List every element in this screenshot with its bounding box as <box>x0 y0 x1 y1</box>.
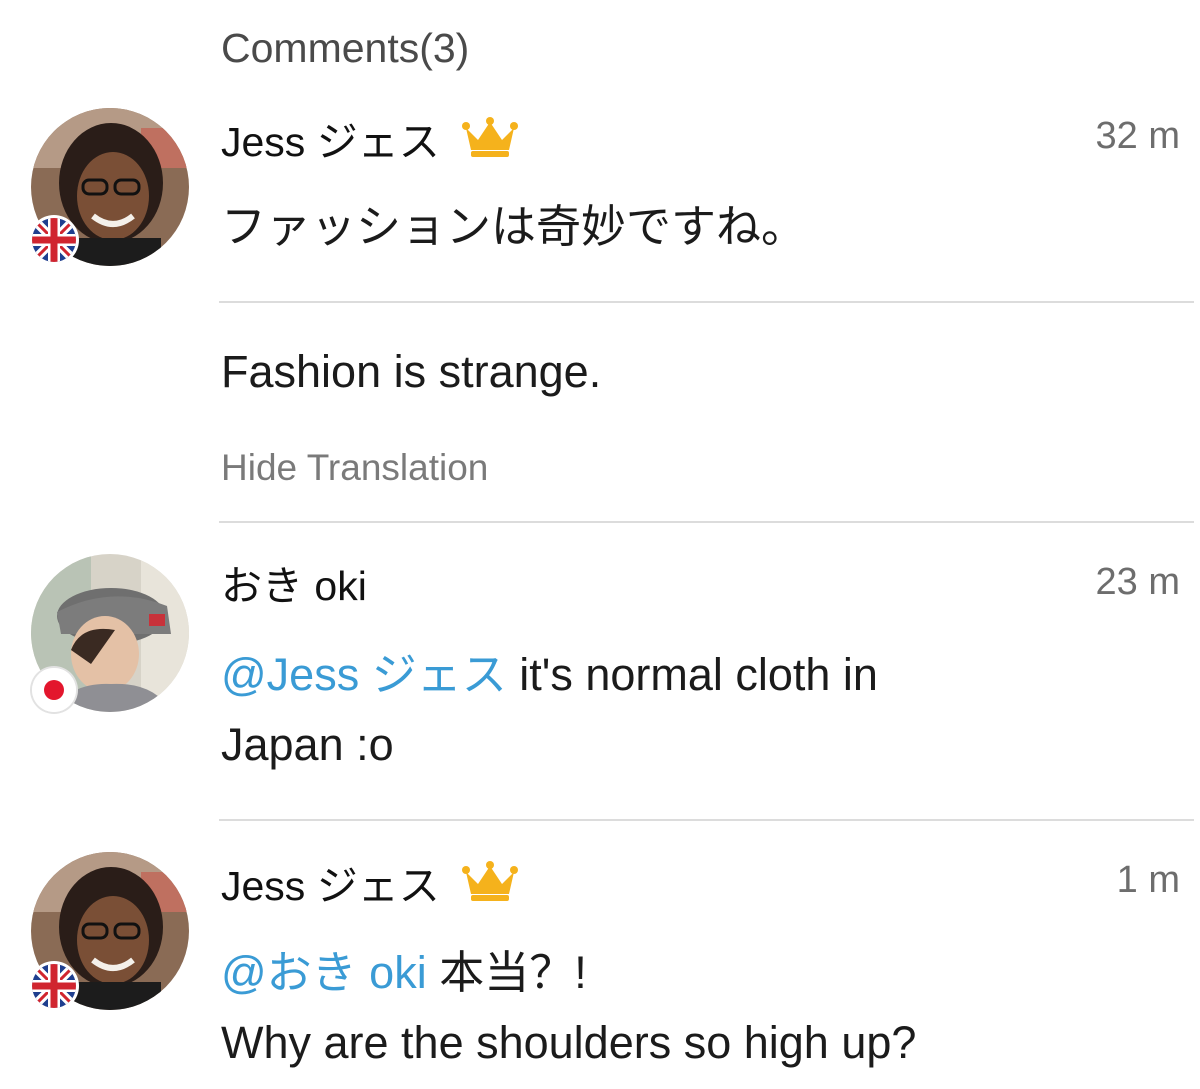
comment-text: @Jess ジェス it's normal cloth in Japan :o <box>221 640 1171 780</box>
divider <box>219 301 1194 303</box>
comment-username[interactable]: Jess ジェス <box>221 116 518 168</box>
comment-text: ファッションは奇妙ですね。 <box>221 201 807 252</box>
comments-header: Comments(3) <box>221 25 470 71</box>
translated-text: Fashion is strange. <box>221 346 602 397</box>
username-text: Jess ジェス <box>221 119 440 165</box>
uk-flag-icon <box>32 964 76 1008</box>
comment-username[interactable]: Jess ジェス <box>221 860 518 912</box>
comment-text-body: 本当？! <box>439 947 587 998</box>
comment-username[interactable]: おき oki <box>221 562 367 610</box>
username-text: Jess ジェス <box>221 863 440 909</box>
comment-timestamp: 23 m <box>1095 561 1180 603</box>
divider <box>219 819 1194 821</box>
japan-flag-icon <box>32 668 76 712</box>
crown-icon <box>461 860 518 912</box>
mention-link[interactable]: @Jess ジェス <box>221 649 507 700</box>
comment-text-body-line2: Japan :o <box>221 719 394 770</box>
username-text: おき oki <box>221 563 367 609</box>
comment-text-body-line2: Why are the shoulders so high up? <box>221 1017 917 1068</box>
comment-timestamp: 1 m <box>1116 859 1180 901</box>
comment-timestamp: 32 m <box>1095 115 1180 157</box>
uk-flag-icon <box>32 218 76 262</box>
divider <box>219 521 1194 523</box>
avatar[interactable] <box>31 852 189 1010</box>
comment-text-body: it's normal cloth in <box>519 649 878 700</box>
avatar[interactable] <box>31 554 189 712</box>
avatar[interactable] <box>31 108 189 266</box>
mention-link[interactable]: @おき oki <box>221 947 427 998</box>
crown-icon <box>461 116 518 168</box>
hide-translation-link[interactable]: Hide Translation <box>221 446 488 490</box>
comment-text: @おき oki 本当？! Why are the shoulders so hi… <box>221 938 1171 1078</box>
